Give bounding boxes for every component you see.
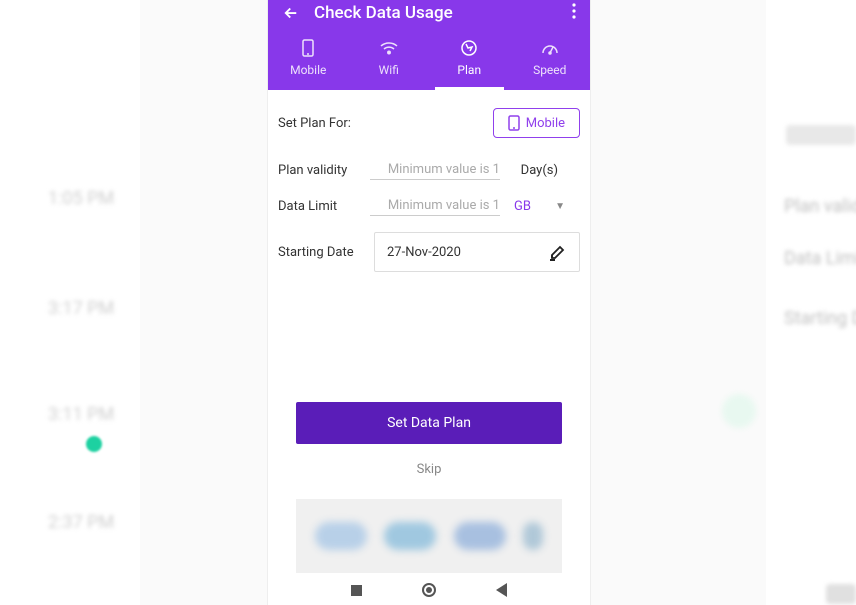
starting-date-value: 27-Nov-2020 — [387, 245, 461, 260]
set-plan-for-label: Set Plan For: — [278, 116, 370, 131]
form-body: Set Plan For: Mobile Plan validity Day(s… — [268, 90, 590, 306]
overflow-menu-icon[interactable] — [572, 3, 576, 23]
plan-target-button[interactable]: Mobile — [493, 108, 580, 138]
skip-link[interactable]: Skip — [296, 462, 562, 477]
data-limit-unit-dropdown[interactable]: GB ▼ — [514, 199, 565, 214]
tab-label: Plan — [457, 63, 481, 77]
back-icon[interactable] — [282, 4, 300, 22]
bg-label: Starting D — [784, 308, 856, 329]
bg-time: 3:17 PM — [48, 298, 114, 319]
wifi-icon — [380, 39, 398, 57]
mobile-icon — [299, 39, 317, 57]
tab-label: Wifi — [379, 63, 399, 77]
tab-wifi[interactable]: Wifi — [349, 26, 430, 90]
recents-button[interactable] — [351, 585, 362, 596]
tab-label: Mobile — [290, 63, 326, 77]
ad-blob — [384, 522, 436, 550]
set-data-plan-button[interactable]: Set Data Plan — [296, 402, 562, 444]
speed-icon — [541, 39, 559, 57]
unit-label: GB — [514, 199, 531, 214]
bg-time: 3:11 PM — [48, 404, 114, 425]
bg-time: 2:37 PM — [48, 512, 114, 533]
plan-validity-label: Plan validity — [278, 163, 370, 178]
page-title: Check Data Usage — [314, 3, 572, 23]
plan-icon — [460, 39, 478, 57]
tab-plan[interactable]: Plan — [429, 26, 510, 90]
data-limit-input[interactable] — [370, 196, 500, 216]
left-bg-panel: 1:05 PM 3:17 PM 3:11 PM 2:37 PM — [0, 0, 140, 605]
plan-target-label: Mobile — [526, 116, 565, 131]
bg-pill — [786, 125, 856, 145]
right-bg-panel — [766, 0, 856, 605]
ad-blob — [454, 522, 506, 550]
starting-date-label: Starting Date — [278, 245, 370, 260]
tab-mobile[interactable]: Mobile — [268, 26, 349, 90]
mobile-icon — [508, 115, 520, 131]
bg-circle — [722, 394, 756, 428]
ad-blob — [315, 522, 367, 550]
bg-label: Data Limi — [784, 248, 856, 269]
bg-dot — [86, 436, 102, 452]
tab-speed[interactable]: Speed — [510, 26, 591, 90]
starting-date-field[interactable]: 27-Nov-2020 — [374, 232, 580, 272]
bg-pill — [826, 584, 856, 604]
bg-label: Plan valid — [784, 196, 856, 217]
tab-label: Speed — [533, 63, 566, 77]
app-header: Check Data Usage — [268, 0, 590, 26]
ad-banner — [296, 499, 562, 573]
system-nav-bar — [268, 575, 590, 605]
tab-bar: Mobile Wifi Plan Speed — [268, 26, 590, 90]
bg-time: 1:05 PM — [48, 188, 114, 209]
plan-validity-unit: Day(s) — [508, 163, 558, 178]
bottom-actions: Set Data Plan Skip — [268, 402, 590, 573]
data-limit-label: Data Limit — [278, 199, 370, 214]
phone-frame: Check Data Usage Mobile Wifi Plan — [268, 0, 590, 605]
ad-blob — [523, 522, 543, 550]
edit-icon — [549, 243, 567, 261]
home-button[interactable] — [422, 583, 436, 597]
chevron-down-icon: ▼ — [549, 201, 565, 212]
plan-validity-input[interactable] — [370, 160, 500, 180]
back-button[interactable] — [496, 583, 507, 597]
